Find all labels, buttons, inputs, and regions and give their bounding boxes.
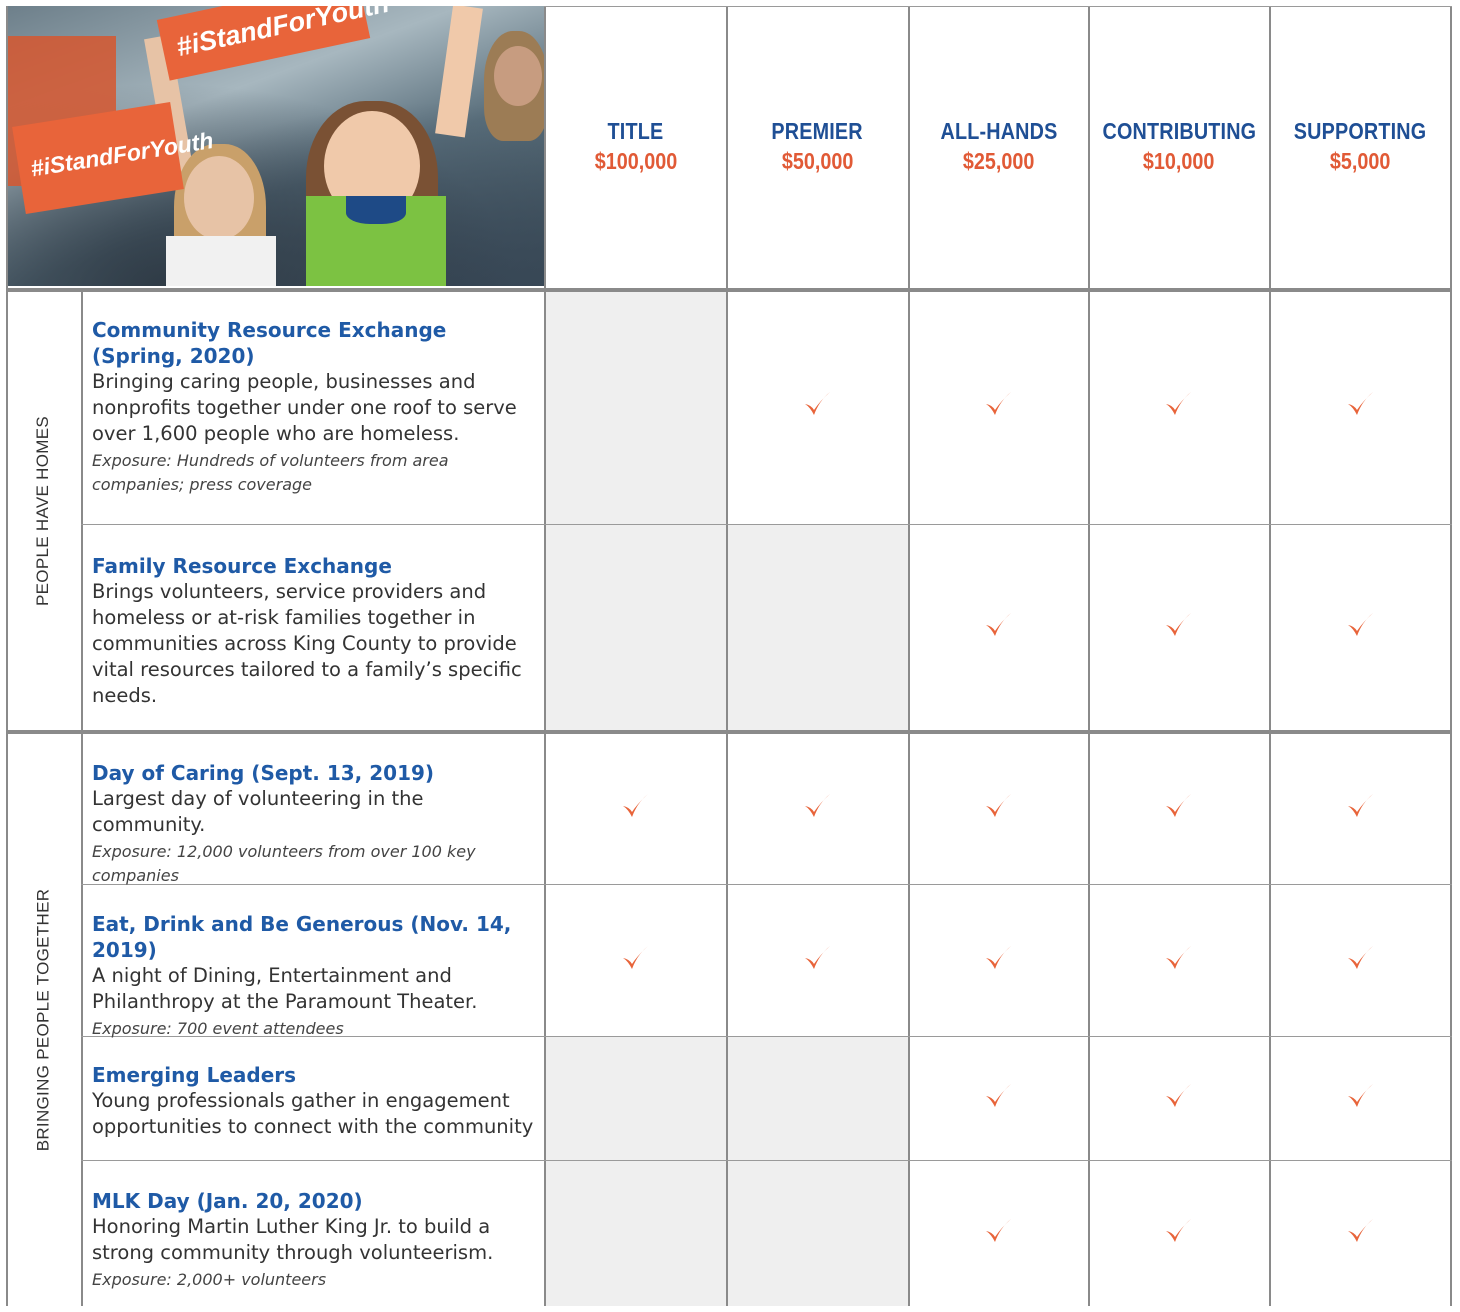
program-exposure: Exposure: Hundreds of volunteers from ar…	[92, 451, 449, 494]
tier-header-premier: PREMIER $50,000	[727, 6, 908, 286]
category-label-text: BRINGING PEOPLE TOGETHER	[33, 888, 53, 1152]
check-icon	[1345, 389, 1385, 429]
excluded-cell	[545, 1037, 726, 1160]
sponsorship-table: #iStandForYouth #iStandForYouth TITLE $1…	[6, 6, 1452, 1306]
check-icon	[1345, 1081, 1385, 1121]
tier-name: ALL-HANDS	[940, 118, 1057, 144]
excluded-cell	[545, 292, 726, 524]
check-icon	[1163, 389, 1203, 429]
category-label-text: PEOPLE HAVE HOMES	[33, 416, 53, 606]
check-icon	[620, 791, 660, 831]
check-icon	[620, 943, 660, 983]
excluded-cell	[727, 1161, 908, 1306]
tier-header-title: TITLE $100,000	[545, 6, 726, 286]
excluded-cell	[727, 525, 908, 730]
tier-header-all-hands: ALL-HANDS $25,000	[909, 6, 1088, 286]
check-icon	[1163, 1216, 1203, 1256]
program-title: MLK Day (Jan. 20, 2020)	[92, 1189, 363, 1213]
category-label: PEOPLE HAVE HOMES	[6, 292, 80, 730]
check-icon	[983, 943, 1023, 983]
category-label: BRINGING PEOPLE TOGETHER	[6, 734, 80, 1306]
check-icon	[983, 1081, 1023, 1121]
check-icon	[802, 791, 842, 831]
program-exposure: Exposure: 2,000+ volunteers	[92, 1270, 327, 1289]
program-description: Honoring Martin Luther King Jr. to build…	[92, 1215, 494, 1264]
program-exposure: Exposure: 12,000 volunteers from over 10…	[92, 842, 476, 885]
tier-amount: $10,000	[1143, 148, 1215, 174]
program-description: Brings volunteers, service providers and…	[92, 580, 522, 707]
header-photo: #iStandForYouth #iStandForYouth	[6, 6, 544, 286]
tier-amount: $50,000	[781, 148, 854, 174]
check-icon	[1163, 610, 1203, 650]
program-description: Largest day of volunteering in the commu…	[92, 787, 424, 836]
program-cell: Emerging Leaders Young professionals gat…	[92, 1062, 540, 1140]
excluded-cell	[545, 525, 726, 730]
tier-amount: $25,000	[962, 148, 1035, 174]
program-cell: Community Resource Exchange (Spring, 202…	[92, 317, 540, 497]
program-cell: Family Resource Exchange Brings voluntee…	[92, 553, 540, 709]
program-title: Eat, Drink and Be Generous (Nov. 14, 201…	[92, 912, 512, 962]
check-icon	[983, 610, 1023, 650]
program-cell: MLK Day (Jan. 20, 2020) Honoring Martin …	[92, 1188, 540, 1292]
check-icon	[1345, 791, 1385, 831]
program-description: A night of Dining, Entertainment and Phi…	[92, 964, 478, 1013]
tier-amount: $100,000	[594, 148, 677, 174]
tier-name: PREMIER	[771, 118, 864, 144]
program-description: Bringing caring people, businesses and n…	[92, 370, 517, 445]
tier-header-supporting: SUPPORTING $5,000	[1270, 6, 1450, 286]
tier-name: CONTRIBUTING	[1102, 118, 1256, 144]
program-title: Day of Caring (Sept. 13, 2019)	[92, 761, 435, 785]
excluded-cell	[727, 1037, 908, 1160]
check-icon	[1345, 610, 1385, 650]
check-icon	[1163, 791, 1203, 831]
check-icon	[983, 389, 1023, 429]
program-title: Emerging Leaders	[92, 1063, 297, 1087]
check-icon	[983, 1216, 1023, 1256]
check-icon	[802, 943, 842, 983]
tier-name: SUPPORTING	[1293, 118, 1427, 144]
check-icon	[1345, 943, 1385, 983]
check-icon	[1345, 1216, 1385, 1256]
program-description: Young professionals gather in engagement…	[92, 1089, 534, 1138]
program-title: Family Resource Exchange	[92, 554, 392, 578]
check-icon	[802, 389, 842, 429]
tier-header-contributing: CONTRIBUTING $10,000	[1089, 6, 1269, 286]
program-cell: Day of Caring (Sept. 13, 2019) Largest d…	[92, 760, 540, 888]
check-icon	[1163, 1081, 1203, 1121]
program-title: Community Resource Exchange (Spring, 202…	[92, 318, 447, 368]
check-icon	[983, 791, 1023, 831]
program-exposure: Exposure: 700 event attendees	[92, 1019, 344, 1038]
check-icon	[1163, 943, 1203, 983]
tier-amount: $5,000	[1329, 148, 1391, 174]
excluded-cell	[545, 1161, 726, 1306]
tier-name: TITLE	[607, 118, 664, 144]
program-cell: Eat, Drink and Be Generous (Nov. 14, 201…	[92, 911, 540, 1041]
